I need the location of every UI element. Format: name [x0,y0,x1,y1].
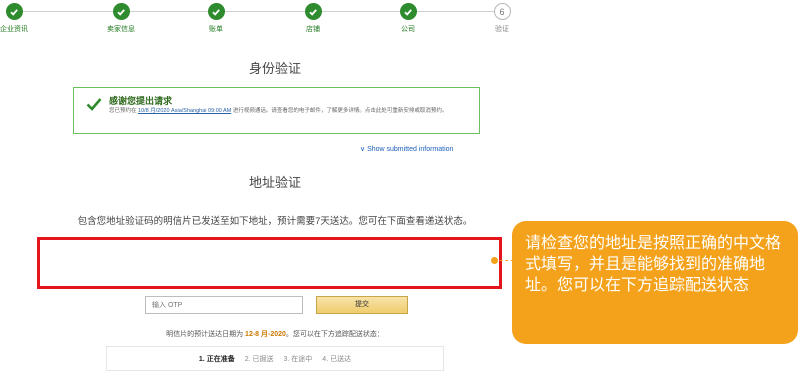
step-label: 店铺 [306,26,320,33]
step-6: 6 验证 [472,3,532,34]
tracking-step: 3. 在途中 [283,355,313,363]
appointment-date-link[interactable]: 10/8 月/2020 Asia/Shanghai 09:00 AM [138,108,231,114]
otp-input[interactable] [145,296,303,314]
check-icon [304,3,322,20]
tracking-step: 4. 已送达 [322,355,352,363]
step-number: 6 [493,3,511,20]
step-label: 卖家信息 [107,26,135,33]
delivery-estimate: 明信片的预计送达日期为 12-8 月-2020。您可以在下方追踪配送状态： [166,331,384,338]
address-highlight-box [37,237,502,289]
callout-text: 请检查您的地址是按照正确的中文格式填写，并且是能够找到的准确地址。您可以在下方追… [525,235,782,294]
checkmark-icon [86,97,102,116]
submit-button[interactable]: 提交 [316,296,408,314]
callout-anchor-dot [491,257,498,264]
check-icon [5,3,23,20]
address-title: 地址验证 [248,175,301,190]
tracking-step: 2. 已掘送 [244,355,274,363]
step-4: 店铺 [283,3,343,34]
check-icon [399,3,417,20]
progress-stepper: 企业资讯 卖家信息 账单 店铺 公司 6 验证 [0,0,799,36]
check-icon [112,3,130,20]
step-3: 账单 [186,3,246,34]
step-label: 账单 [209,26,223,33]
success-notice: 感谢您提出请求 您已预约在 10/8 月/2020 Asia/Shanghai … [73,87,480,134]
notice-title: 感谢您提出请求 [109,96,173,106]
step-label: 验证 [495,26,509,33]
tracking-step: 1. 正在准备 [198,355,235,363]
step-1: 企业资讯 [0,3,44,34]
step-label: 公司 [401,26,415,33]
check-icon [207,3,225,20]
step-label: 企业资讯 [0,26,28,33]
annotation-callout: 请检查您的地址是按照正确的中文格式填写，并且是能够找到的准确地址。您可以在下方追… [512,221,798,344]
tracking-status-bar: 1. 正在准备 2. 已掘送 3. 在途中 4. 已送达 [106,346,444,371]
step-5: 公司 [378,3,438,34]
identity-title: 身份验证 [248,61,301,76]
notice-body: 您已预约在 10/8 月/2020 Asia/Shanghai 09:00 AM… [109,108,448,114]
show-submitted-info-link[interactable]: ∨ Show submitted information [360,145,453,153]
address-instruction: 包含您地址验证码的明信片已发送至如下地址，预计需要7天送达。您可在下面查看递送状… [77,216,473,227]
estimate-date: 12-8 月-2020 [245,331,286,338]
step-2: 卖家信息 [91,3,151,34]
